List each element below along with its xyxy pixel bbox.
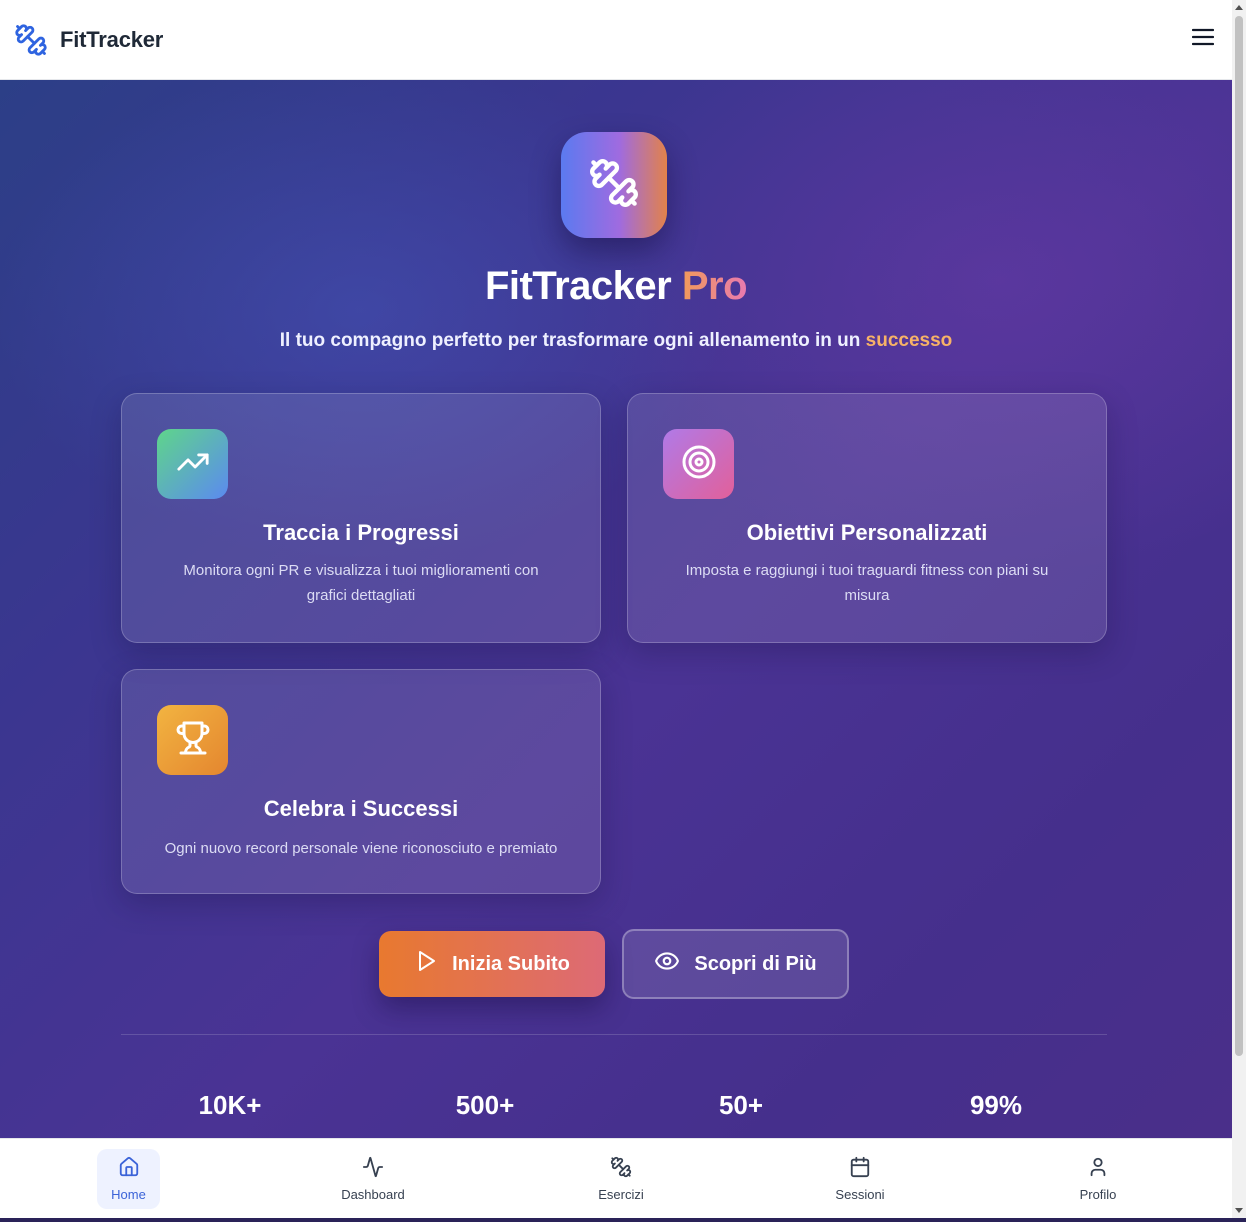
feature-description: Imposta e raggiungi i tuoi traguardi fit… [685, 562, 1049, 604]
scroll-down-arrow-icon[interactable] [1235, 1208, 1243, 1213]
feature-title: Traccia i Progressi [263, 520, 459, 545]
nav-item-dashboard[interactable]: Dashboard [323, 1149, 423, 1209]
bottom-edge [0, 1218, 1246, 1222]
nav-item-sessions[interactable]: Sessioni [810, 1149, 910, 1209]
stat-users: 10K+ [198, 1090, 262, 1120]
brand-name: FitTracker [60, 26, 164, 52]
home-icon [118, 1156, 140, 1183]
nav-label: Esercizi [598, 1187, 644, 1202]
scroll-up-arrow-icon[interactable] [1235, 5, 1243, 10]
target-icon [681, 444, 717, 485]
section-divider [121, 1034, 1107, 1035]
app-icon [561, 132, 667, 238]
hero-subtitle-main: Il tuo compagno perfetto per trasformare… [279, 330, 861, 351]
hamburger-menu-icon [1191, 28, 1215, 51]
play-icon [414, 949, 438, 979]
stat-satisfaction: 99% [969, 1090, 1023, 1120]
start-now-button[interactable]: Inizia Subito [379, 931, 605, 997]
menu-button[interactable] [1188, 25, 1218, 55]
learn-more-button[interactable]: Scopri di Più [622, 929, 849, 999]
hero-subtitle: Il tuo compagno perfetto per trasformare… [0, 330, 1232, 352]
dumbbell-icon [610, 1156, 632, 1183]
feature-card-progress[interactable]: Traccia i Progressi Monitora ogni PR e v… [121, 393, 601, 643]
dumbbell-icon [588, 157, 640, 214]
nav-item-home[interactable]: Home [97, 1149, 160, 1209]
hero-title-accent: Pro [681, 264, 748, 308]
feature-icon-box [157, 429, 228, 499]
nav-item-profile[interactable]: Profilo [1048, 1149, 1148, 1209]
eye-icon [654, 948, 680, 980]
learn-more-label: Scopri di Più [694, 952, 817, 975]
stat-programs: 50+ [718, 1090, 764, 1120]
calendar-icon [849, 1156, 871, 1183]
hero-title-main: FitTracker [484, 264, 672, 308]
feature-icon-box [663, 429, 734, 499]
feature-card-achievements[interactable]: Celebra i Successi Ogni nuovo record per… [121, 669, 601, 894]
stat-exercises: 500+ [455, 1090, 515, 1120]
top-header: FitTracker [0, 0, 1232, 80]
feature-description: Monitora ogni PR e visualizza i tuoi mig… [183, 562, 539, 604]
nav-label: Dashboard [341, 1187, 405, 1202]
brand[interactable]: FitTracker [14, 23, 163, 57]
app-page: FitTracker FitTracker Pro Il tuo compagn… [0, 0, 1246, 1222]
bottom-nav: Home Dashboard Esercizi Sessioni Profilo [0, 1138, 1232, 1218]
feature-description: Ogni nuovo record personale viene ricono… [164, 840, 558, 857]
feature-title: Obiettivi Personalizzati [746, 520, 988, 545]
trending-up-icon [176, 445, 210, 484]
feature-card-goals[interactable]: Obiettivi Personalizzati Imposta e raggi… [627, 393, 1107, 643]
nav-label: Profilo [1079, 1187, 1117, 1202]
activity-icon [362, 1156, 384, 1183]
trophy-icon [175, 720, 211, 761]
feature-title: Celebra i Successi [263, 796, 459, 821]
nav-label: Sessioni [835, 1187, 885, 1202]
hero-section: FitTracker Pro Il tuo compagno perfetto … [0, 80, 1232, 1138]
scroll-thumb[interactable] [1235, 16, 1243, 1056]
nav-item-exercises[interactable]: Esercizi [571, 1149, 671, 1209]
start-now-label: Inizia Subito [452, 952, 570, 975]
dumbbell-icon [14, 23, 48, 57]
vertical-scrollbar[interactable] [1232, 0, 1246, 1218]
hero-subtitle-highlight: successo [865, 330, 953, 351]
user-icon [1087, 1156, 1109, 1183]
nav-label: Home [111, 1187, 146, 1202]
hero-title: FitTracker Pro [0, 264, 1232, 309]
feature-icon-box [157, 705, 228, 775]
